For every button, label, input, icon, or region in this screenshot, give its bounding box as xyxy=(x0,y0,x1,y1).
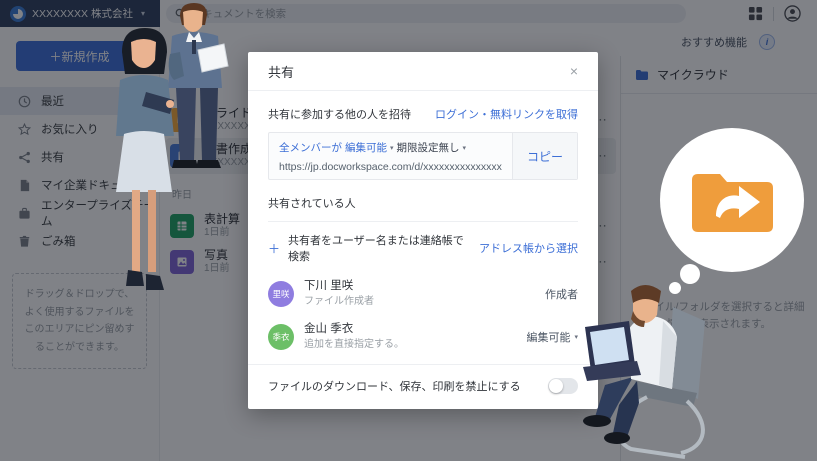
dialog-title: 共有 xyxy=(268,62,294,81)
share-dialog: 共有 × 共有に参加する他の人を招待 ログイン・無料リンクを取得 全メンバーが … xyxy=(248,52,598,409)
toggle-knob xyxy=(549,379,563,393)
share-url: https://jp.docworkspace.com/d/xxxxxxxxxx… xyxy=(279,161,502,173)
restrict-toggle[interactable] xyxy=(548,378,578,394)
divider xyxy=(248,90,598,91)
avatar: 里咲 xyxy=(268,281,294,307)
share-link-box: 全メンバーが 編集可能 ▾ 期限設定無し ▾ https://jp.docwor… xyxy=(268,132,578,180)
expiry-dropdown[interactable]: 期限設定無し xyxy=(397,140,460,155)
person-name: 金山 季衣 xyxy=(304,322,404,338)
chevron-down-icon: ▾ xyxy=(574,333,578,341)
shared-person-row: 里咲 下川 里咲 ファイル作成者 作成者 xyxy=(268,272,578,315)
chevron-down-icon[interactable]: ▾ xyxy=(463,144,467,152)
person-subtitle: ファイル作成者 xyxy=(304,295,374,309)
close-icon[interactable]: × xyxy=(570,64,578,78)
get-free-link-button[interactable]: ログイン・無料リンクを取得 xyxy=(435,106,578,122)
invite-label: 共有に参加する他の人を招待 xyxy=(268,106,411,122)
avatar: 季衣 xyxy=(268,324,294,350)
scope-label: 全メンバーが xyxy=(279,140,342,155)
person-name: 下川 里咲 xyxy=(304,279,374,295)
person-subtitle: 追加を直接指定する。 xyxy=(304,338,404,352)
plus-icon: ＋ xyxy=(268,240,280,257)
shared-people-header: 共有されている人 xyxy=(268,195,578,211)
member-search-label: 共有者をユーザー名または連絡帳で検索 xyxy=(288,232,471,264)
person-role: 作成者 xyxy=(545,286,578,302)
app-window: XXXXXXXX 株式会社 ▾ ＋新規作成 最近 お気に入り 共有 xyxy=(0,0,817,461)
add-member-row[interactable]: ＋ 共有者をユーザー名または連絡帳で検索 アドレス帳から選択 xyxy=(268,221,578,272)
chevron-down-icon[interactable]: ▾ xyxy=(390,144,394,152)
permission-dropdown[interactable]: 編集可能 xyxy=(345,140,387,155)
copy-link-button[interactable]: コピー xyxy=(512,133,577,179)
address-book-button[interactable]: アドレス帳から選択 xyxy=(479,240,578,256)
shared-person-row: 季衣 金山 季衣 追加を直接指定する。 編集可能 ▾ xyxy=(268,315,578,358)
person-permission-dropdown[interactable]: 編集可能 ▾ xyxy=(526,329,578,345)
restrict-label: ファイルのダウンロード、保存、印刷を禁止にする xyxy=(268,378,521,394)
